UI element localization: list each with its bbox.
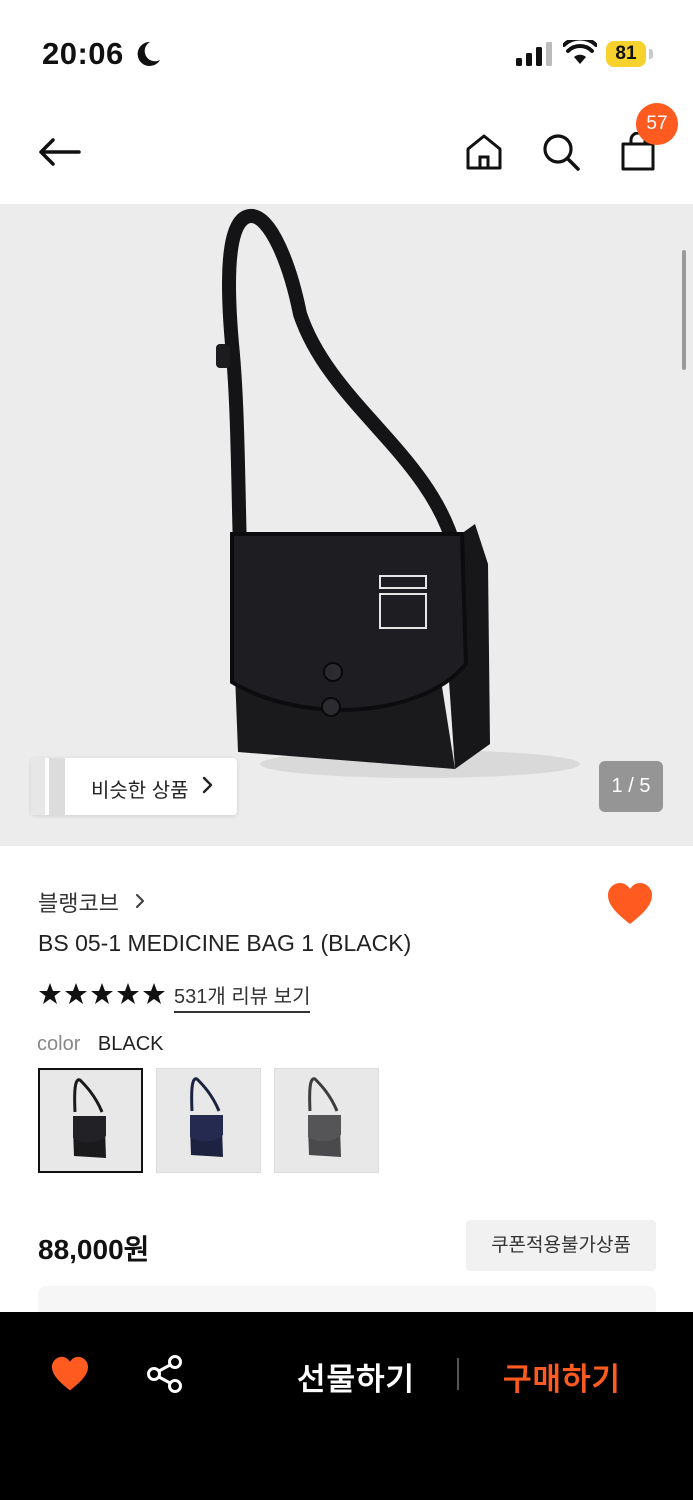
review-link[interactable]: 531개 리뷰 보기 bbox=[174, 980, 311, 1013]
star-icon bbox=[143, 983, 165, 1004]
gallery-scroll-indicator bbox=[682, 250, 686, 370]
buy-button[interactable]: 구매하기 bbox=[503, 1354, 621, 1399]
star-icon bbox=[91, 983, 113, 1004]
product-photo bbox=[216, 209, 580, 778]
similar-products-label: 비슷한 상품 bbox=[91, 780, 189, 802]
like-heart-icon[interactable] bbox=[606, 882, 654, 926]
color-label: color bbox=[37, 1033, 81, 1055]
status-bar: 20:06 81 bbox=[0, 0, 693, 100]
color-swatch-navy[interactable] bbox=[156, 1068, 261, 1173]
back-button[interactable] bbox=[33, 126, 85, 178]
star-icon bbox=[65, 983, 87, 1004]
wishlist-heart-icon[interactable] bbox=[50, 1356, 90, 1392]
color-swatch-gray[interactable] bbox=[274, 1068, 379, 1173]
search-icon bbox=[543, 134, 580, 171]
chevron-right-icon bbox=[202, 776, 213, 794]
arrow-left-icon bbox=[39, 138, 81, 166]
product-price: 88,000원 bbox=[38, 1234, 150, 1265]
color-swatch-black[interactable] bbox=[38, 1068, 143, 1173]
rating-stars bbox=[38, 982, 166, 1006]
home-button[interactable] bbox=[458, 126, 510, 178]
gift-button[interactable]: 선물하기 bbox=[297, 1354, 415, 1399]
similar-products-thumbnail bbox=[31, 758, 65, 815]
brand-link[interactable]: 블랭코브 bbox=[38, 886, 119, 918]
swatch-bag-image bbox=[73, 1078, 106, 1158]
star-icon bbox=[117, 983, 139, 1004]
share-icon[interactable] bbox=[146, 1354, 184, 1394]
product-image-gallery[interactable] bbox=[0, 204, 693, 846]
similar-products-button[interactable]: 비슷한 상품 bbox=[31, 758, 237, 815]
coupon-status-badge: 쿠폰적용불가상품 bbox=[466, 1220, 656, 1271]
home-icon bbox=[466, 134, 502, 170]
search-button[interactable] bbox=[535, 126, 587, 178]
cart-count-badge: 57 bbox=[636, 103, 678, 145]
status-time: 20:06 bbox=[42, 36, 124, 71]
cellular-signal-icon bbox=[516, 42, 552, 66]
color-option-row: color BLACK bbox=[37, 1033, 164, 1056]
moon-icon bbox=[137, 41, 160, 66]
swatch-bag-image bbox=[308, 1077, 341, 1157]
top-nav-bar bbox=[0, 100, 693, 204]
image-counter: 1 / 5 bbox=[599, 761, 663, 812]
star-icon bbox=[39, 983, 61, 1004]
battery-indicator: 81 bbox=[606, 41, 646, 67]
swatch-bag-image bbox=[190, 1077, 223, 1157]
bottom-bar-divider bbox=[457, 1358, 459, 1390]
product-title: BS 05-1 MEDICINE BAG 1 (BLACK) bbox=[38, 930, 412, 956]
chevron-right-icon bbox=[135, 893, 145, 909]
color-value: BLACK bbox=[97, 1033, 164, 1055]
bottom-action-bar: 선물하기 구매하기 bbox=[0, 1312, 693, 1500]
wifi-icon bbox=[563, 40, 597, 64]
battery-cap bbox=[649, 49, 653, 59]
